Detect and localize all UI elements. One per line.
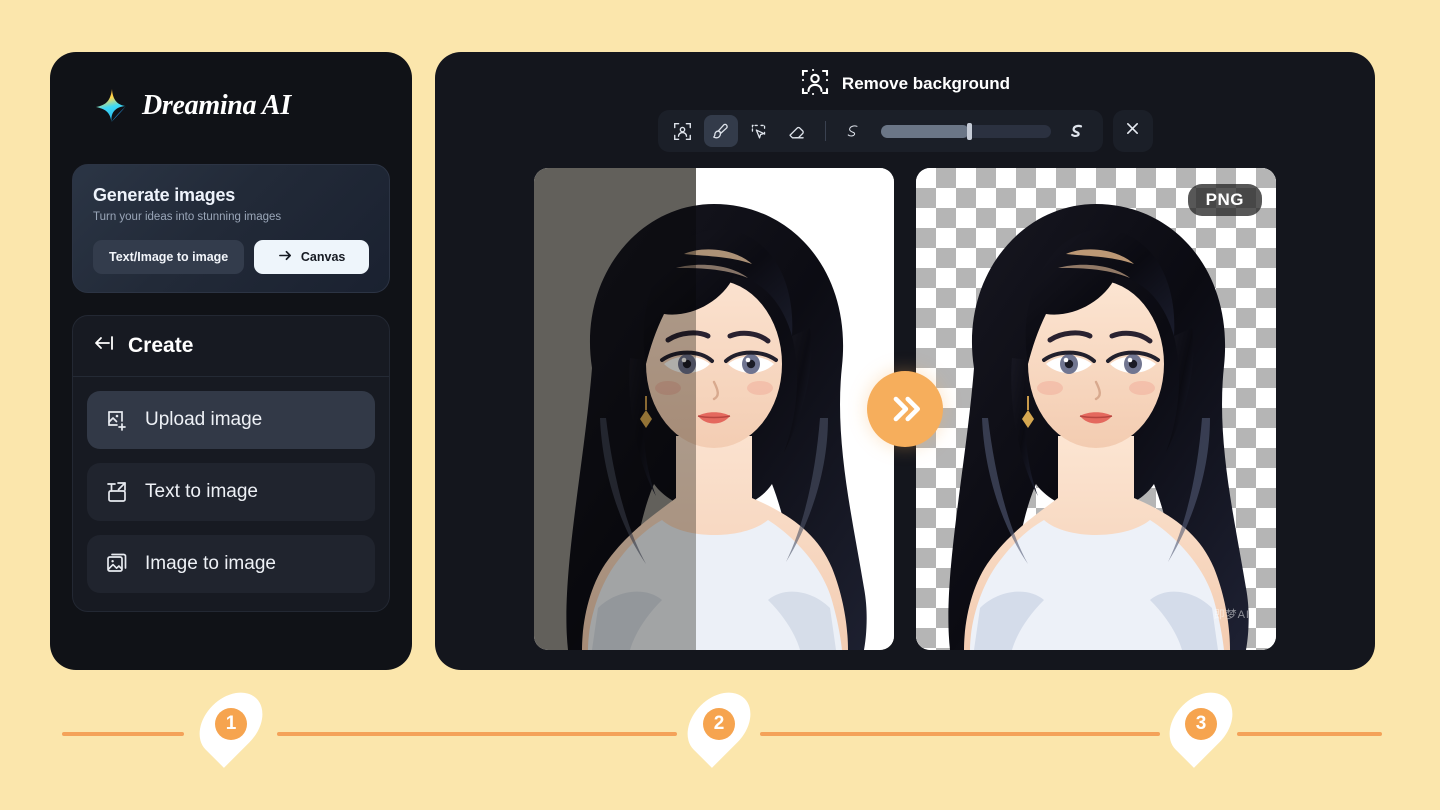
- image-plus-icon: [105, 408, 129, 432]
- create-option-label: Upload image: [145, 409, 263, 430]
- create-panel: Create Upload image Text to image Image …: [72, 315, 390, 612]
- page-title: Remove background: [841, 74, 1011, 93]
- toolbar-divider: [824, 121, 826, 141]
- tool-eraser[interactable]: [780, 115, 814, 147]
- double-chevron-right-icon: [867, 371, 943, 447]
- tool-magic-select[interactable]: [742, 115, 776, 147]
- arrow-right-icon: [278, 248, 293, 266]
- generate-card-title: Generate images: [93, 185, 236, 205]
- step-number: 3: [1185, 708, 1217, 740]
- image-stack-icon: [105, 552, 129, 576]
- sidebar: Dreamina AI Generate images Turn your id…: [50, 52, 412, 670]
- brush-size-thumb[interactable]: [966, 122, 972, 140]
- tool-brush[interactable]: [703, 115, 738, 147]
- create-option-label: Text to image: [145, 481, 258, 502]
- editor-panel: Remove background PNG 即梦AI: [435, 52, 1375, 670]
- thick-stroke-icon[interactable]: [1061, 115, 1095, 147]
- step-number: 2: [703, 708, 735, 740]
- page-root: Dreamina AI Generate images Turn your id…: [0, 0, 1440, 810]
- canvas-comparison-row: PNG 即梦AI: [435, 168, 1375, 650]
- create-panel-header: Create: [73, 316, 389, 377]
- create-option-text-to-image[interactable]: Text to image: [87, 463, 375, 521]
- step-marker-2[interactable]: 2: [675, 680, 763, 768]
- step-indicator-strip: 1 2 3: [0, 680, 1440, 768]
- create-option-upload-image[interactable]: Upload image: [87, 391, 375, 449]
- create-options-list: Upload image Text to image Image to imag…: [73, 377, 389, 611]
- collapse-left-icon[interactable]: [93, 332, 115, 359]
- format-badge: PNG: [1187, 184, 1262, 216]
- step-line-3: [760, 732, 1160, 736]
- create-option-image-to-image[interactable]: Image to image: [87, 535, 375, 593]
- close-button[interactable]: [1112, 110, 1153, 152]
- brand-name: Dreamina AI: [142, 90, 291, 121]
- toolbar-row: [435, 110, 1375, 152]
- create-option-label: Image to image: [145, 553, 276, 574]
- sparkle-star-icon: [90, 86, 130, 126]
- canvas-button-label: Canvas: [300, 250, 346, 264]
- editing-toolbar: [657, 110, 1103, 152]
- step-marker-3[interactable]: 3: [1157, 680, 1245, 768]
- text-image-to-image-button[interactable]: Text/Image to image: [93, 240, 245, 274]
- close-icon: [1124, 120, 1141, 142]
- step-number: 1: [215, 708, 247, 740]
- portrait-cutout: [948, 204, 1249, 650]
- generate-images-card: Generate images Turn your ideas into stu…: [72, 164, 390, 293]
- transparent-result-preview[interactable]: PNG 即梦AI: [916, 168, 1276, 650]
- step-line-1: [62, 732, 184, 736]
- step-marker-1[interactable]: 1: [187, 680, 275, 768]
- text-to-image-icon: [105, 480, 129, 504]
- brush-size-track[interactable]: [880, 122, 1051, 140]
- generate-card-subtitle: Turn your ideas into stunning images: [93, 211, 282, 223]
- generate-card-buttons: Text/Image to image Canvas: [93, 240, 369, 274]
- thin-stroke-icon[interactable]: [837, 115, 871, 147]
- brush-size-slider[interactable]: [837, 115, 1095, 147]
- tool-auto-subject-select[interactable]: [666, 115, 700, 147]
- brush-size-fill: [880, 124, 969, 138]
- before-after-preview[interactable]: [534, 168, 894, 650]
- canvas-button[interactable]: Canvas: [254, 240, 369, 274]
- step-line-4: [1237, 732, 1382, 736]
- brand: Dreamina AI: [72, 74, 390, 138]
- step-line-2: [277, 732, 677, 736]
- editor-header: Remove background: [435, 52, 1375, 102]
- person-in-selection-icon: [800, 67, 830, 102]
- create-panel-title: Create: [128, 333, 194, 357]
